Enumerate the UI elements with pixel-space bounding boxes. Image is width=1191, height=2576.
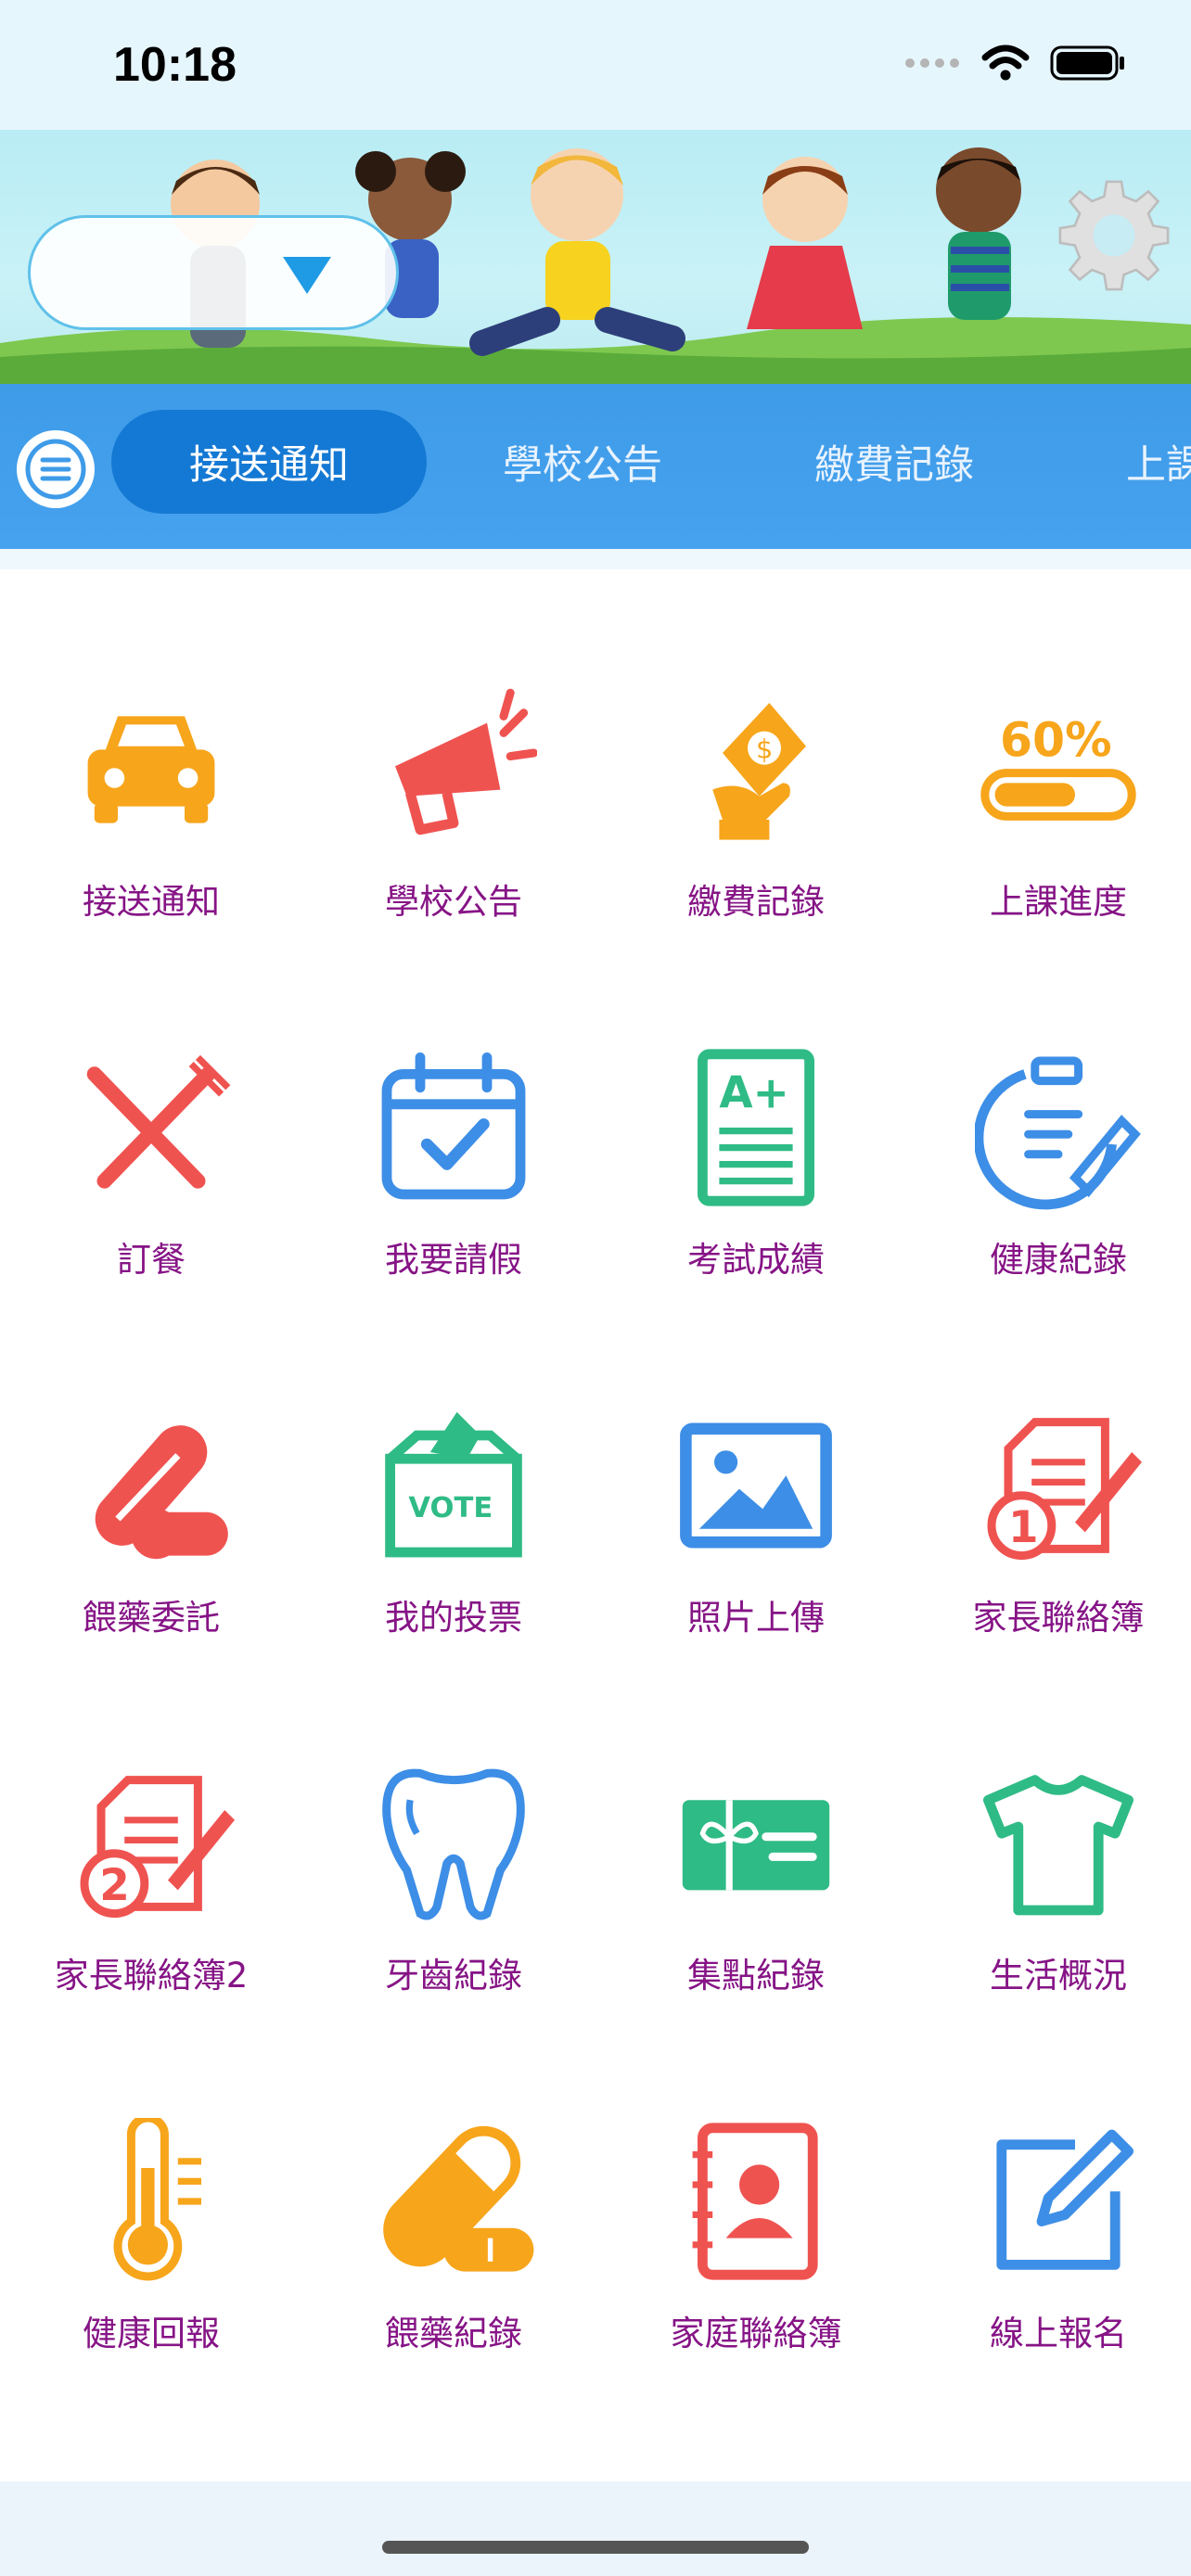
home-indicator-area bbox=[0, 2481, 1191, 2576]
calendar-check-icon bbox=[381, 1052, 526, 1200]
capsule-icon bbox=[383, 2125, 534, 2272]
grid-item-medication-record[interactable]: 餵藥紀錄 bbox=[302, 2118, 605, 2476]
grid-item-label: 訂餐 bbox=[117, 1240, 186, 1280]
grid-item-payment[interactable]: $ 繳費記錄 bbox=[605, 686, 907, 1044]
grid-item-photo-upload[interactable]: 照片上傳 bbox=[605, 1402, 907, 1760]
tab-bar: 接送通知 學校公告 繳費記錄 上課進度 bbox=[0, 384, 1191, 549]
grid-item-health-record[interactable]: 健康紀錄 bbox=[907, 1044, 1191, 1402]
svg-text:$: $ bbox=[756, 733, 773, 764]
grid-item-label: 集點紀錄 bbox=[687, 1956, 825, 1996]
status-bar: 10:18 bbox=[0, 0, 1191, 130]
grid-item-label: 考試成績 bbox=[687, 1240, 825, 1280]
grid-item-contact-book[interactable]: 1 家長聯絡簿 bbox=[907, 1402, 1191, 1760]
feature-grid: 接送通知 學校公告 $ 繳費記錄 60% 上課進度 訂餐 我要請假 A+ 考試成… bbox=[0, 686, 1191, 2476]
progress-icon: 60% bbox=[980, 713, 1136, 821]
status-time: 10:18 bbox=[113, 38, 237, 92]
tab-list: 接送通知 學校公告 繳費記錄 上課進度 bbox=[111, 410, 1191, 514]
grade-sheet-text: A+ bbox=[719, 1068, 788, 1118]
menu-icon bbox=[25, 439, 86, 500]
grid-item-my-vote[interactable]: VOTE 我的投票 bbox=[302, 1402, 605, 1760]
grid-item-label: 上課進度 bbox=[990, 882, 1127, 922]
progress-icon-text: 60% bbox=[1000, 713, 1112, 768]
account-selector[interactable] bbox=[28, 215, 399, 330]
content-divider bbox=[0, 549, 1191, 569]
grid-item-label: 我要請假 bbox=[385, 1240, 522, 1280]
grid-item-points-record[interactable]: 集點紀錄 bbox=[605, 1760, 907, 2118]
contact-book-1-icon: 1 bbox=[987, 1418, 1142, 1561]
tab-school-announcement[interactable]: 學校公告 bbox=[427, 410, 738, 514]
grid-item-label: 健康紀錄 bbox=[990, 1240, 1127, 1280]
header-banner bbox=[0, 130, 1191, 384]
grid-item-exam-results[interactable]: A+ 考試成績 bbox=[605, 1044, 907, 1402]
grid-item-meal-order[interactable]: 訂餐 bbox=[0, 1044, 302, 1402]
tshirt-icon bbox=[983, 1775, 1133, 1916]
grid-item-label: 繳費記錄 bbox=[687, 882, 825, 922]
grid-item-daily-life[interactable]: 生活概況 bbox=[907, 1760, 1191, 2118]
grid-item-pickup[interactable]: 接送通知 bbox=[0, 686, 302, 1044]
grid-item-online-registration[interactable]: 線上報名 bbox=[907, 2118, 1191, 2476]
contact-book-1-badge: 1 bbox=[1008, 1503, 1039, 1553]
ballot-box-text: VOTE bbox=[408, 1492, 493, 1524]
grid-item-label: 餵藥紀錄 bbox=[385, 2314, 522, 2353]
grid-item-medication-request[interactable]: 餵藥委託 bbox=[0, 1402, 302, 1760]
address-book-icon bbox=[692, 2123, 818, 2280]
app-screen: 10:18 接送通知 學校公告 繳費記錄 上課 接送通知 學校公告 $ 繳費記錄… bbox=[0, 0, 1191, 2576]
grid-item-label: 健康回報 bbox=[83, 2314, 220, 2353]
status-icons bbox=[903, 45, 1126, 82]
gift-card-icon bbox=[682, 1800, 830, 1891]
tab-class-progress[interactable]: 上課進度 bbox=[1050, 410, 1191, 514]
clipboard-pen-icon bbox=[975, 1056, 1141, 1210]
grid-item-label: 學校公告 bbox=[385, 882, 522, 922]
grid-item-label: 家長聯絡簿 bbox=[972, 1598, 1145, 1638]
ballot-box-icon: VOTE bbox=[385, 1411, 522, 1558]
grid-item-family-contact-book[interactable]: 家庭聯絡簿 bbox=[605, 2118, 907, 2476]
grid-item-health-report[interactable]: 健康回報 bbox=[0, 2118, 302, 2476]
battery-icon bbox=[1050, 45, 1124, 81]
car-icon bbox=[87, 716, 215, 823]
grid-item-contact-book-2[interactable]: 2 家長聯絡簿2 bbox=[0, 1760, 302, 2118]
edit-form-icon bbox=[996, 2129, 1133, 2270]
photo-icon bbox=[680, 1422, 832, 1549]
chevron-down-icon bbox=[283, 257, 331, 294]
grid-item-label: 牙齒紀錄 bbox=[385, 1956, 522, 1996]
grid-item-announcement[interactable]: 學校公告 bbox=[302, 686, 605, 1044]
grid-item-label: 餵藥委託 bbox=[83, 1598, 220, 1638]
grid-item-dental-record[interactable]: 牙齒紀錄 bbox=[302, 1760, 605, 2118]
grid-item-label: 家長聯絡簿2 bbox=[54, 1956, 249, 1996]
grid-item-label: 照片上傳 bbox=[687, 1598, 825, 1638]
grid-item-label: 接送通知 bbox=[83, 882, 220, 922]
grid-item-leave-request[interactable]: 我要請假 bbox=[302, 1044, 605, 1402]
wifi-icon bbox=[981, 45, 1030, 81]
pill-icon bbox=[95, 1425, 228, 1560]
grid-item-label: 家庭聯絡簿 bbox=[670, 2314, 842, 2353]
menu-button[interactable] bbox=[17, 430, 95, 508]
fork-knife-icon bbox=[86, 1054, 231, 1189]
tooth-icon bbox=[382, 1768, 525, 1920]
grade-sheet-icon: A+ bbox=[698, 1049, 814, 1206]
megaphone-icon bbox=[395, 688, 537, 835]
payment-icon: $ bbox=[712, 703, 806, 840]
thermometer-icon bbox=[113, 2118, 201, 2281]
grid-item-label: 線上報名 bbox=[990, 2314, 1127, 2353]
signal-icon bbox=[905, 58, 959, 68]
gear-icon[interactable] bbox=[1053, 174, 1175, 297]
tab-payment-records[interactable]: 繳費記錄 bbox=[738, 410, 1050, 514]
grid-item-label: 生活概況 bbox=[990, 1956, 1127, 1996]
tab-pickup-notice[interactable]: 接送通知 bbox=[111, 410, 427, 514]
contact-book-2-badge: 2 bbox=[99, 1861, 130, 1911]
grid-item-progress[interactable]: 60% 上課進度 bbox=[907, 686, 1191, 1044]
home-indicator[interactable] bbox=[382, 2541, 809, 2554]
contact-book-2-icon: 2 bbox=[80, 1776, 235, 1919]
grid-item-label: 我的投票 bbox=[385, 1598, 522, 1638]
